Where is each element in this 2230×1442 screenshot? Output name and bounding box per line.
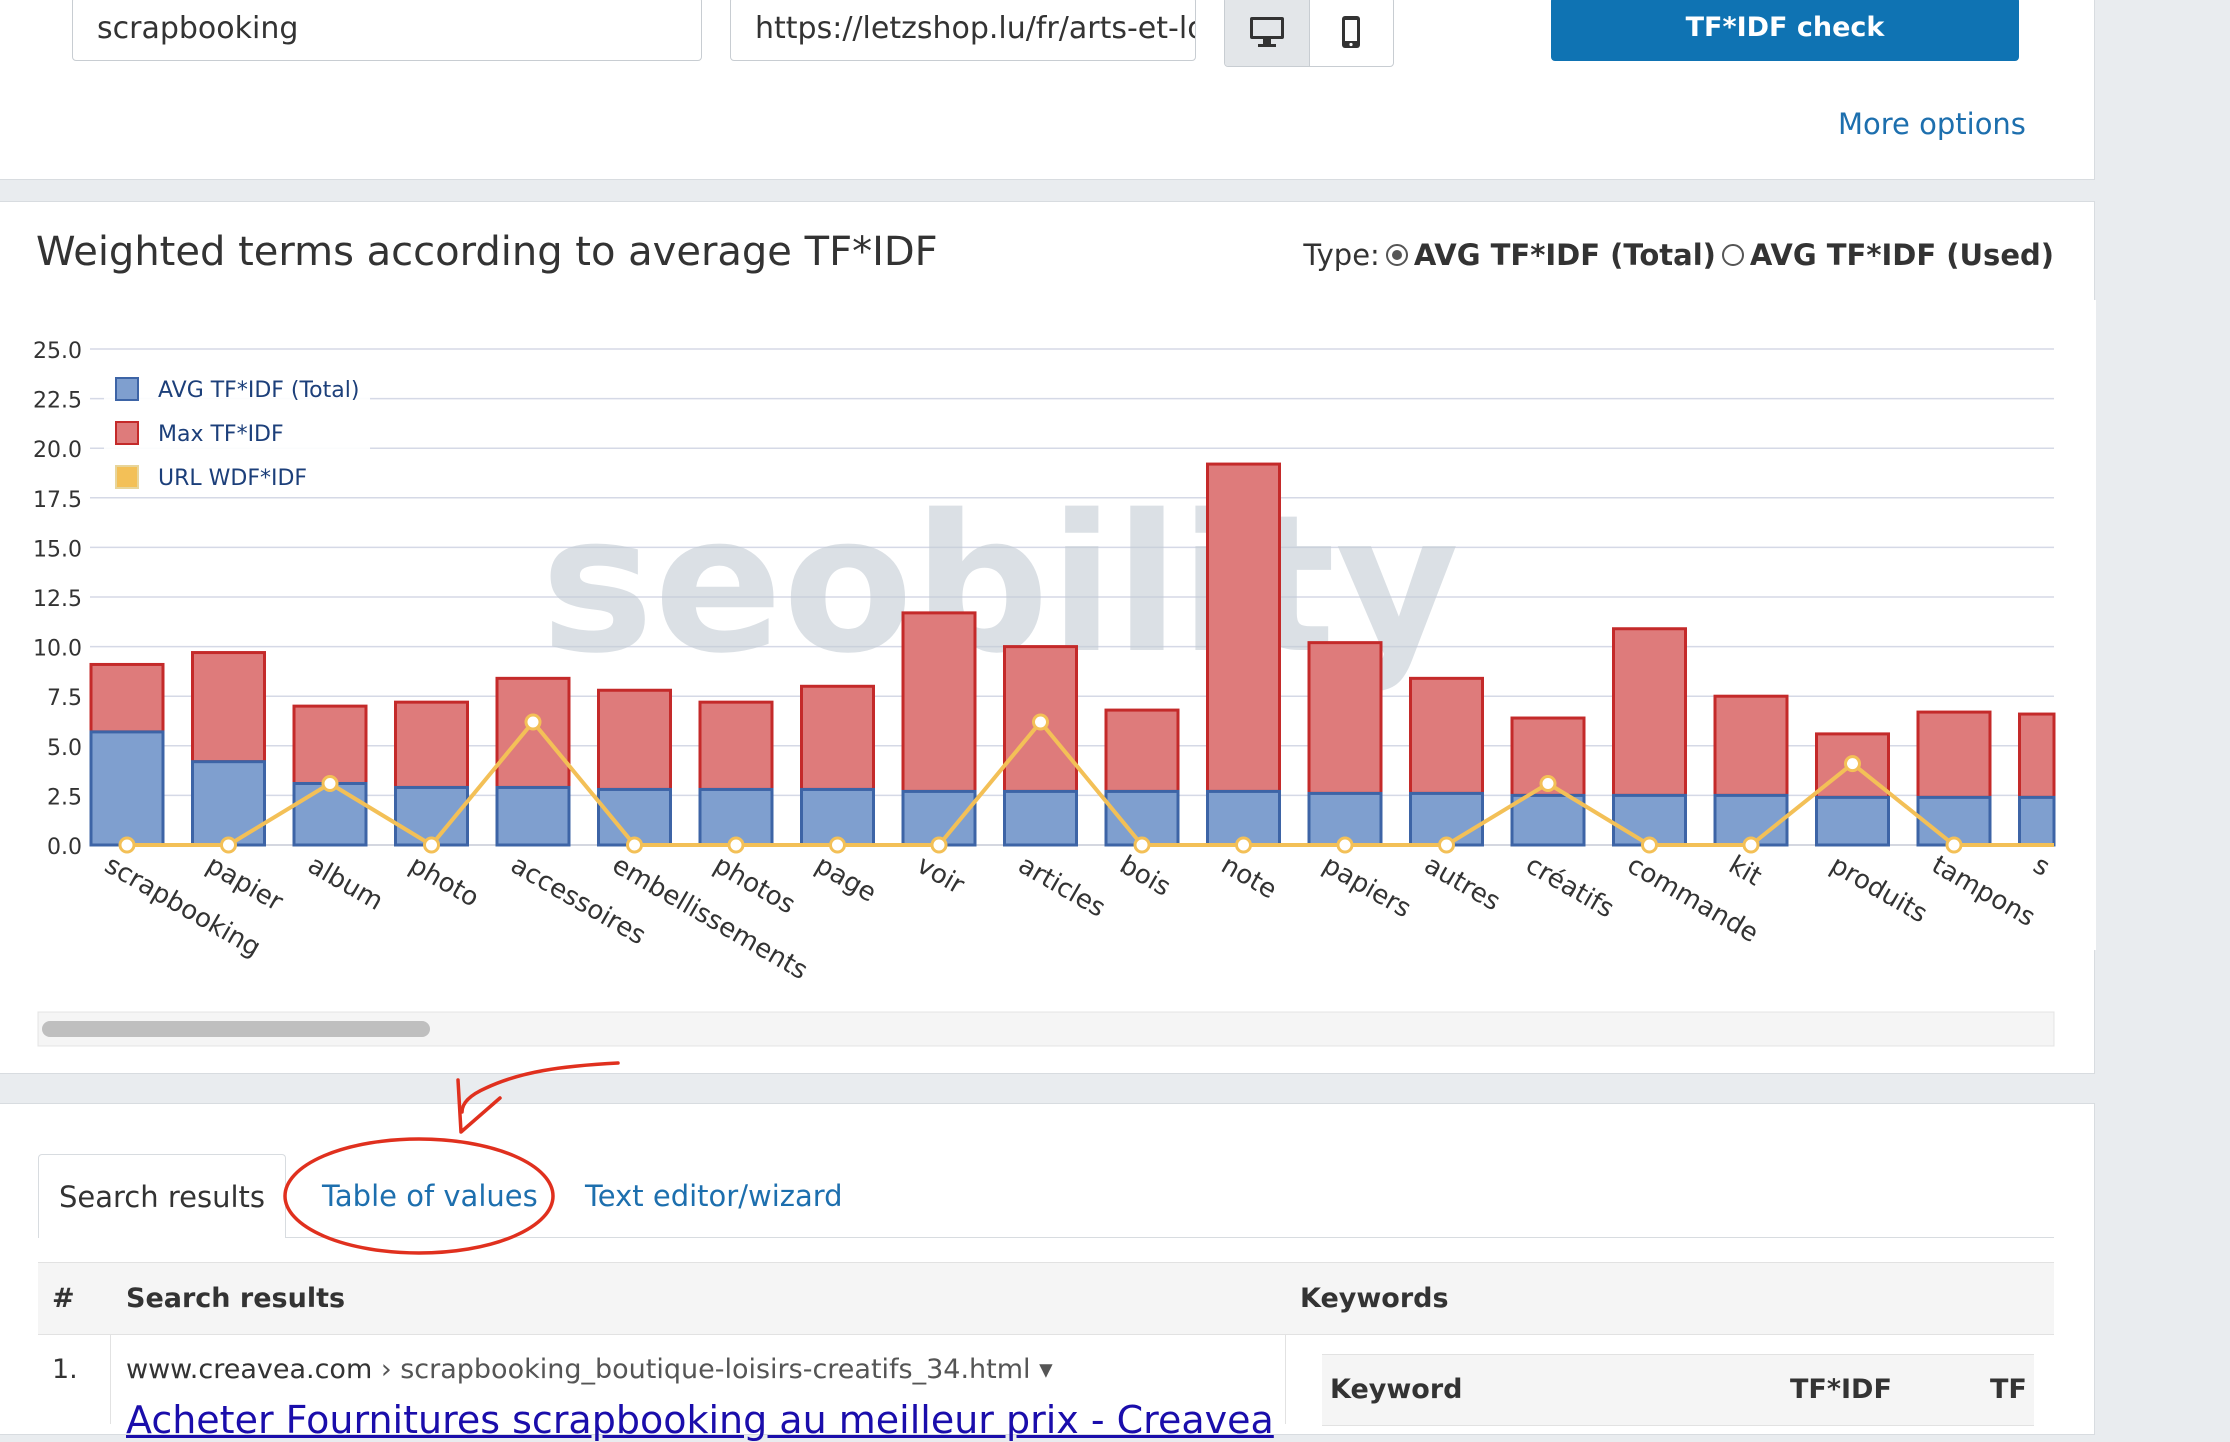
x-tick-label: créatifs (1521, 850, 1620, 924)
bar-max-tfidf (800, 684, 875, 791)
y-tick-label: 10.0 (33, 637, 82, 662)
bar-avg-tfidf (1815, 795, 1890, 847)
y-tick-label: 22.5 (33, 389, 82, 414)
bar-avg-tfidf (292, 781, 368, 847)
result-domain: www.creavea.com (126, 1354, 373, 1385)
tab-text-editor[interactable]: Text editor/wizard (585, 1154, 843, 1238)
bar-avg-tfidf (191, 760, 266, 847)
bar-avg-tfidf (1003, 789, 1078, 847)
line-point (321, 774, 339, 792)
x-tick-label: produits (1825, 850, 1932, 929)
bar-max-tfidf (1104, 708, 1180, 793)
legend-label: URL WDF*IDF (158, 466, 307, 491)
bar-max-tfidf (901, 611, 977, 793)
line-point (1133, 836, 1151, 854)
y-tick-label: 12.5 (33, 587, 82, 612)
bar-max-tfidf (394, 700, 469, 789)
column-divider (1285, 1334, 1286, 1424)
bar-avg-tfidf (2018, 795, 2056, 847)
line-point (220, 836, 237, 854)
y-tick-label: 15.0 (33, 537, 82, 562)
x-tick-label: tampons (1927, 850, 2041, 933)
bar-avg-tfidf (495, 785, 571, 847)
legend-label: AVG TF*IDF (Total) (158, 378, 359, 403)
bar-max-tfidf (89, 662, 165, 734)
line-point (1742, 836, 1760, 854)
line-point (1641, 836, 1658, 854)
keyword-column: Keyword (1330, 1374, 1463, 1405)
line-point (1844, 755, 1861, 773)
bar-max-tfidf (2018, 712, 2056, 799)
bar-max-tfidf (191, 651, 266, 764)
chart-scrollbar-thumb[interactable] (42, 1021, 430, 1037)
result-title-link[interactable]: Acheter Fournitures scrapbooking au meil… (126, 1398, 1274, 1442)
bar-max-tfidf (495, 676, 571, 789)
column-search-results: Search results (126, 1283, 346, 1314)
legend-swatch (115, 377, 139, 401)
column-divider (110, 1334, 111, 1424)
row-number: 1. (52, 1354, 78, 1385)
bar-avg-tfidf (89, 730, 165, 847)
legend-swatch (115, 421, 139, 445)
x-tick-label: autres (1419, 850, 1505, 917)
bar-max-tfidf (292, 704, 368, 785)
column-number: # (52, 1283, 75, 1314)
bar-max-tfidf (1206, 462, 1281, 793)
x-tick-label: voir (912, 850, 970, 901)
line-point (524, 713, 542, 731)
result-url[interactable]: www.creavea.com › scrapbooking_boutique-… (126, 1354, 1053, 1385)
bar-max-tfidf (698, 700, 774, 791)
line-point (930, 836, 948, 854)
x-tick-label: page (810, 850, 881, 908)
bar-max-tfidf (597, 688, 672, 791)
bar-max-tfidf (1307, 641, 1383, 795)
tf-column: TF (1990, 1374, 2027, 1405)
line-point (423, 836, 440, 854)
tfidf-chart: 0.0 2.5 5.0 7.5 10.0 12.5 15.0 17.5 20.0 22.5 25.0… (33, 300, 2096, 1047)
x-tick-label: kit (1724, 850, 1767, 892)
tab-table-of-values[interactable]: Table of values (322, 1154, 538, 1238)
bar-max-tfidf (1713, 694, 1789, 797)
tab-divider (286, 1237, 2054, 1238)
line-point (1945, 836, 1963, 854)
keyword-table-header: Keyword TF*IDF TF (1322, 1354, 2034, 1426)
line-point (118, 836, 136, 854)
y-tick-label: 17.5 (33, 488, 82, 513)
results-table-header: # Search results Keywords (38, 1262, 2054, 1335)
x-tick-label: note (1216, 850, 1282, 905)
y-tick-label: 0.0 (47, 835, 82, 860)
legend-swatch (115, 465, 139, 489)
line-point (829, 836, 846, 854)
x-tick-label: s (2028, 850, 2055, 883)
line-point (626, 836, 643, 854)
y-tick-label: 5.0 (47, 736, 82, 761)
tab-search-results[interactable]: Search results (38, 1154, 286, 1238)
bar-avg-tfidf (1510, 793, 1586, 847)
bar-max-tfidf (1916, 710, 1992, 799)
x-tick-label: articles (1013, 850, 1110, 924)
plot-right-mask (2056, 300, 2096, 950)
tfidf-column: TF*IDF (1790, 1374, 1892, 1405)
line-point (1336, 836, 1354, 854)
y-tick-label: 7.5 (47, 686, 82, 711)
x-tick-label: album (303, 850, 389, 917)
y-tick-label: 25.0 (33, 339, 82, 364)
bar-max-tfidf (1409, 676, 1484, 795)
line-point (1438, 836, 1455, 854)
bar-max-tfidf (1612, 627, 1687, 797)
line-point (1032, 713, 1049, 731)
x-tick-label: bois (1115, 850, 1176, 903)
line-point (1235, 836, 1252, 854)
y-tick-label: 2.5 (47, 785, 82, 810)
line-point (727, 836, 745, 854)
row-divider (38, 1334, 2054, 1335)
x-tick-label: papiers (1318, 850, 1416, 924)
result-path: › scrapbooking_boutique-loisirs-creatifs… (380, 1354, 1053, 1385)
legend-label: Max TF*IDF (158, 422, 284, 447)
x-tick-label: photo (404, 850, 484, 913)
y-tick-label: 20.0 (33, 438, 82, 463)
column-keywords: Keywords (1300, 1283, 1449, 1314)
line-point (1539, 774, 1557, 792)
